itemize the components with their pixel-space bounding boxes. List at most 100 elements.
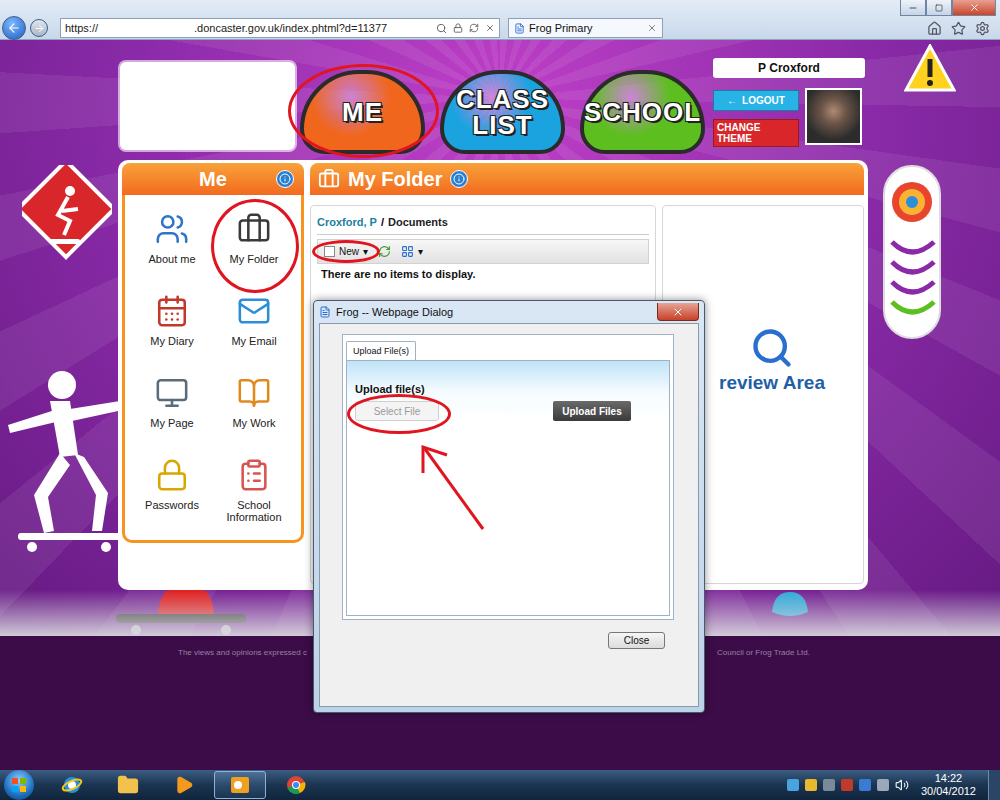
tray-cloud-icon[interactable] (787, 779, 799, 791)
windows-logo-icon (11, 777, 27, 793)
tab-close-icon (647, 23, 657, 33)
dialog-footer: Close (342, 632, 665, 649)
forward-button[interactable] (30, 19, 48, 37)
dialog-page-icon (319, 306, 331, 318)
minimize-button[interactable] (900, 0, 926, 16)
tools-gear-icon[interactable] (975, 21, 990, 36)
annotation-arrow-icon (355, 401, 495, 541)
annotation-circle (211, 199, 299, 293)
taskbar-media[interactable] (158, 771, 210, 799)
me-item[interactable]: School Information (213, 451, 295, 533)
annotation-circle (312, 240, 380, 263)
view-caret: ▾ (418, 246, 423, 257)
taskbar-chrome[interactable] (270, 771, 322, 799)
info-icon[interactable] (450, 170, 468, 188)
forward-arrow-icon (34, 23, 45, 34)
tray-norton-icon[interactable] (805, 779, 817, 791)
internet-explorer-icon (61, 774, 83, 796)
system-tray: 14:2230/04/2012 (787, 770, 1000, 800)
start-button[interactable] (4, 770, 34, 800)
refresh-icon[interactable] (469, 23, 479, 33)
address-bar[interactable]: https://.doncaster.gov.uk/index.phtml?d=… (60, 18, 500, 38)
browser-bar: https://.doncaster.gov.uk/index.phtml?d=… (0, 0, 1000, 40)
select-file-button[interactable]: Select File (355, 401, 439, 421)
refresh-button[interactable] (378, 245, 391, 258)
me-item[interactable]: Passwords (131, 451, 213, 533)
breadcrumb-item[interactable]: Croxford, P (317, 216, 377, 228)
tab-close[interactable] (647, 23, 657, 33)
logout-button[interactable]: ←LOGOUT (713, 90, 799, 111)
tray-bluetooth-icon[interactable] (859, 779, 871, 791)
breadcrumb-separator: / (381, 216, 384, 228)
me-item[interactable]: My Diary (131, 287, 213, 369)
frog-page: MECLASS LISTSCHOOLP Croxford←LOGOUTCHANG… (0, 40, 1000, 770)
taskbar-explorer[interactable] (102, 771, 154, 799)
home-icon[interactable] (927, 21, 942, 36)
upload-heading: Upload file(s) (355, 383, 661, 395)
tray-network-icon[interactable] (877, 779, 889, 791)
taskbar: 14:2230/04/2012 (0, 770, 1000, 800)
close-button[interactable]: Close (608, 632, 665, 649)
main-nav-button[interactable]: CLASS LIST (440, 70, 565, 154)
annotation-circle (288, 64, 439, 158)
new-button[interactable]: New▾ (324, 246, 368, 257)
volume-icon[interactable] (895, 778, 909, 792)
screen: https://.doncaster.gov.uk/index.phtml?d=… (0, 0, 1000, 800)
main-nav: MECLASS LISTSCHOOL (300, 70, 705, 154)
stop-icon[interactable] (485, 23, 495, 33)
dialog-tab[interactable]: Upload File(s) (346, 341, 416, 360)
me-item-icon (234, 291, 274, 331)
address-icons (436, 23, 495, 34)
annotation-circle (347, 394, 451, 434)
info-icon[interactable] (276, 170, 294, 188)
me-item-label: Passwords (145, 499, 199, 511)
maximize-button[interactable] (926, 0, 952, 16)
user-row: ←LOGOUT CHANGE THEME (713, 88, 865, 147)
me-panel-header: Me (122, 163, 304, 195)
favicon-icon (514, 23, 525, 34)
me-item[interactable]: My Work (213, 369, 295, 451)
upload-files-button[interactable]: Upload Files (553, 401, 631, 421)
close-icon (969, 2, 980, 13)
back-button[interactable] (2, 16, 26, 40)
page-header: MECLASS LISTSCHOOLP Croxford←LOGOUTCHANG… (0, 40, 1000, 160)
minimize-icon (908, 3, 918, 13)
logout-label: LOGOUT (742, 95, 785, 106)
close-window-button[interactable] (952, 0, 996, 16)
browser-tab[interactable]: Frog Primary (508, 18, 663, 38)
me-item[interactable]: My Page (131, 369, 213, 451)
lock-icon[interactable] (453, 23, 463, 33)
me-panel-title: Me (199, 168, 227, 191)
dialog-titlebar: Frog -- Webpage Dialog (319, 301, 699, 323)
main-nav-button[interactable]: ME (300, 70, 425, 154)
dialog-body: Upload File(s)Upload file(s)Select FileU… (319, 323, 699, 707)
dialog-tabs: Upload File(s) (346, 341, 670, 360)
dialog-close-x[interactable] (657, 303, 699, 321)
me-item[interactable]: About me (131, 205, 213, 287)
change-theme-button[interactable]: CHANGE THEME (713, 119, 799, 147)
show-desktop-button[interactable] (988, 770, 1000, 800)
footer-text-left: The views and opinions expressed c (178, 648, 307, 657)
me-panel: Me About meMy FolderMy DiaryMy EmailMy Pa… (122, 163, 304, 584)
upload-dialog: Frog -- Webpage DialogUpload File(s)Uplo… (313, 300, 705, 713)
upload-panel: Upload File(s)Upload file(s)Select FileU… (342, 334, 674, 620)
tray-tool-icon[interactable] (823, 779, 835, 791)
skater-silhouette-icon (0, 365, 130, 555)
me-item[interactable]: My Folder (213, 205, 295, 287)
search-icon[interactable] (436, 23, 447, 34)
clock-date: 30/04/2012 (921, 785, 976, 798)
me-item-icon (234, 209, 274, 249)
me-item[interactable]: My Email (213, 287, 295, 369)
view-button[interactable]: ▾ (401, 245, 423, 258)
footer-text-right: Council or Frog Trade Ltd. (717, 648, 810, 657)
clock[interactable]: 14:2230/04/2012 (915, 772, 982, 798)
taskbar-outlook[interactable] (214, 771, 266, 799)
breadcrumb-item: Documents (388, 216, 448, 228)
me-item-icon (152, 455, 192, 495)
main-nav-button[interactable]: SCHOOL (580, 70, 705, 154)
me-item-icon (152, 291, 192, 331)
dialog-tab-content: Upload file(s) Select File Upload Files (346, 360, 670, 616)
taskbar-ie[interactable] (46, 771, 98, 799)
favorites-icon[interactable] (951, 21, 966, 36)
tray-app-icon[interactable] (841, 779, 853, 791)
